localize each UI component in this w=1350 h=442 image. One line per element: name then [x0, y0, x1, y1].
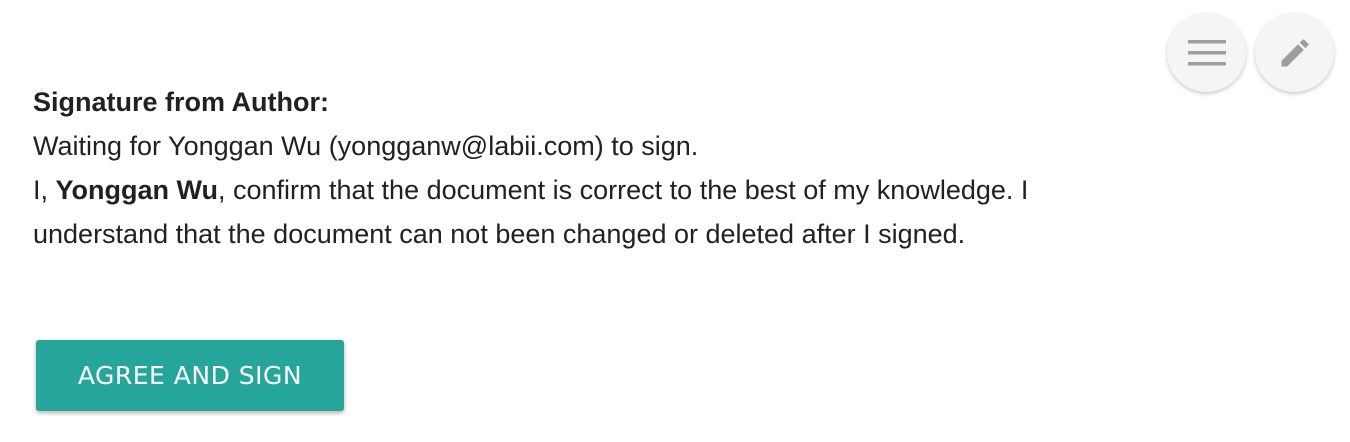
agree-and-sign-button[interactable]: AGREE AND SIGN — [36, 340, 344, 411]
edit-pencil-icon — [1277, 35, 1313, 71]
floating-actions — [1167, 13, 1334, 92]
edit-button[interactable] — [1255, 13, 1334, 92]
waiting-status: Waiting for Yonggan Wu (yongganw@labii.c… — [33, 131, 699, 161]
signer-name: Yonggan Wu — [55, 175, 218, 205]
signature-heading: Signature from Author: — [33, 87, 329, 117]
menu-button[interactable] — [1167, 13, 1246, 92]
confirmation-statement: I, Yonggan Wu, confirm that the document… — [33, 168, 1073, 256]
menu-icon — [1187, 39, 1226, 66]
signature-section: Signature from Author: Waiting for Yongg… — [33, 80, 1073, 256]
confirmation-prefix: I, — [33, 175, 56, 205]
